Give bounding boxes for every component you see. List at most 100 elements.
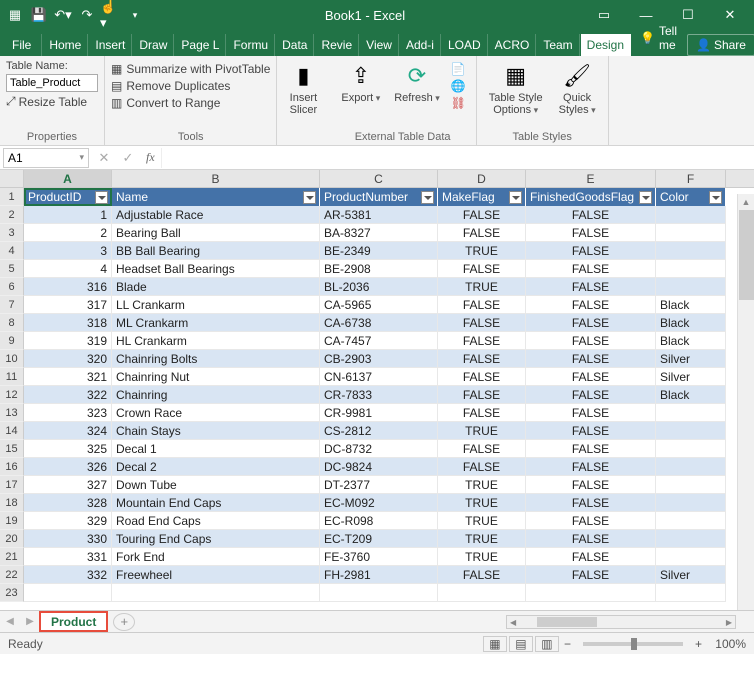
cell[interactable]: 332: [24, 566, 112, 584]
col-header-a[interactable]: A: [24, 170, 112, 187]
cell[interactable]: FALSE: [438, 386, 526, 404]
cell[interactable]: 331: [24, 548, 112, 566]
cell[interactable]: EC-T209: [320, 530, 438, 548]
hscroll-thumb[interactable]: [537, 617, 597, 627]
cell[interactable]: 328: [24, 494, 112, 512]
vertical-scrollbar[interactable]: ▲ ▼: [737, 194, 754, 632]
cell[interactable]: 318: [24, 314, 112, 332]
table-name-input[interactable]: [6, 74, 98, 92]
open-browser-icon[interactable]: 🌐: [451, 79, 467, 95]
cell[interactable]: [656, 278, 726, 296]
scroll-thumb[interactable]: [739, 210, 754, 300]
fx-icon[interactable]: fx: [140, 150, 161, 165]
row-header[interactable]: 12: [0, 386, 24, 404]
cell[interactable]: FALSE: [526, 242, 656, 260]
row-header[interactable]: 9: [0, 332, 24, 350]
cell[interactable]: Silver: [656, 368, 726, 386]
cell[interactable]: Crown Race: [112, 404, 320, 422]
cell[interactable]: AR-5381: [320, 206, 438, 224]
cell[interactable]: TRUE: [438, 278, 526, 296]
cell[interactable]: FALSE: [526, 548, 656, 566]
ribbon-options-icon[interactable]: ▭: [584, 4, 624, 26]
tab-insert[interactable]: Insert: [89, 34, 132, 56]
scroll-up-icon[interactable]: ▲: [738, 194, 754, 210]
touch-mode-icon[interactable]: ☝▾: [100, 4, 122, 26]
cell[interactable]: FALSE: [526, 512, 656, 530]
worksheet-grid[interactable]: A B C D E F 1ProductIDNameProductNumberM…: [0, 170, 754, 610]
cell[interactable]: TRUE: [438, 530, 526, 548]
cell[interactable]: FALSE: [526, 296, 656, 314]
cell[interactable]: DC-8732: [320, 440, 438, 458]
redo-icon[interactable]: ↷: [76, 4, 98, 26]
remove-duplicates-button[interactable]: ▤Remove Duplicates: [111, 79, 270, 93]
zoom-slider[interactable]: [583, 642, 683, 646]
cell[interactable]: Chainring Bolts: [112, 350, 320, 368]
row-header[interactable]: 15: [0, 440, 24, 458]
cell[interactable]: TRUE: [438, 494, 526, 512]
properties-icon[interactable]: 📄: [451, 62, 467, 78]
sheet-nav-next-icon[interactable]: ▶: [20, 616, 40, 627]
cell[interactable]: BE-2349: [320, 242, 438, 260]
tab-file[interactable]: File: [6, 34, 42, 56]
cell[interactable]: Down Tube: [112, 476, 320, 494]
cell[interactable]: FALSE: [438, 224, 526, 242]
row-header[interactable]: 18: [0, 494, 24, 512]
cell[interactable]: Black: [656, 296, 726, 314]
table-header-cell[interactable]: MakeFlag: [438, 188, 526, 206]
row-header[interactable]: 4: [0, 242, 24, 260]
tab-addins[interactable]: Add-i: [400, 34, 441, 56]
cell[interactable]: LL Crankarm: [112, 296, 320, 314]
cell[interactable]: [656, 584, 726, 602]
insert-slicer-button[interactable]: ▮ Insert Slicer: [283, 60, 323, 118]
cell[interactable]: FALSE: [438, 566, 526, 584]
cell[interactable]: [526, 584, 656, 602]
tab-team[interactable]: Team: [537, 34, 579, 56]
cell[interactable]: CA-5965: [320, 296, 438, 314]
cell[interactable]: FE-3760: [320, 548, 438, 566]
cell[interactable]: FALSE: [526, 314, 656, 332]
col-header-e[interactable]: E: [526, 170, 656, 187]
zoom-in-icon[interactable]: +: [691, 637, 706, 651]
cell[interactable]: TRUE: [438, 242, 526, 260]
cell[interactable]: EC-R098: [320, 512, 438, 530]
namebox-dropdown-icon[interactable]: ▾: [79, 152, 84, 163]
row-header[interactable]: 22: [0, 566, 24, 584]
table-header-cell[interactable]: Color: [656, 188, 726, 206]
cell[interactable]: BB Ball Bearing: [112, 242, 320, 260]
cell[interactable]: FALSE: [526, 260, 656, 278]
cell[interactable]: FALSE: [526, 458, 656, 476]
cell[interactable]: Black: [656, 332, 726, 350]
cell[interactable]: FALSE: [526, 386, 656, 404]
row-header[interactable]: 13: [0, 404, 24, 422]
resize-table-button[interactable]: ⤢Resize Table: [6, 94, 98, 109]
col-header-c[interactable]: C: [320, 170, 438, 187]
cell[interactable]: CR-9981: [320, 404, 438, 422]
cell[interactable]: FALSE: [526, 476, 656, 494]
tab-load[interactable]: LOAD: [442, 34, 488, 56]
export-button[interactable]: ⇪ Export: [335, 60, 386, 106]
table-header-cell[interactable]: Name: [112, 188, 320, 206]
close-icon[interactable]: ✕: [710, 4, 750, 26]
row-header[interactable]: 3: [0, 224, 24, 242]
cell[interactable]: FALSE: [526, 332, 656, 350]
cell[interactable]: CN-6137: [320, 368, 438, 386]
row-header[interactable]: 20: [0, 530, 24, 548]
cell[interactable]: FALSE: [526, 440, 656, 458]
filter-dropdown-icon[interactable]: [509, 191, 522, 204]
cell[interactable]: 322: [24, 386, 112, 404]
tab-pagelayout[interactable]: Page L: [175, 34, 226, 56]
cell[interactable]: [112, 584, 320, 602]
save-icon[interactable]: 💾: [28, 4, 50, 26]
cell[interactable]: 326: [24, 458, 112, 476]
app-icon[interactable]: ▦: [4, 4, 26, 26]
cell[interactable]: 325: [24, 440, 112, 458]
enter-icon[interactable]: ✓: [116, 150, 140, 166]
cell[interactable]: FALSE: [526, 422, 656, 440]
cell[interactable]: [656, 224, 726, 242]
refresh-button[interactable]: ⟳ Refresh: [388, 60, 446, 106]
cell[interactable]: TRUE: [438, 548, 526, 566]
share-button[interactable]: 👤Share: [687, 34, 754, 56]
cell[interactable]: 327: [24, 476, 112, 494]
tab-acrobat[interactable]: ACRO: [489, 34, 537, 56]
cell[interactable]: FALSE: [438, 296, 526, 314]
